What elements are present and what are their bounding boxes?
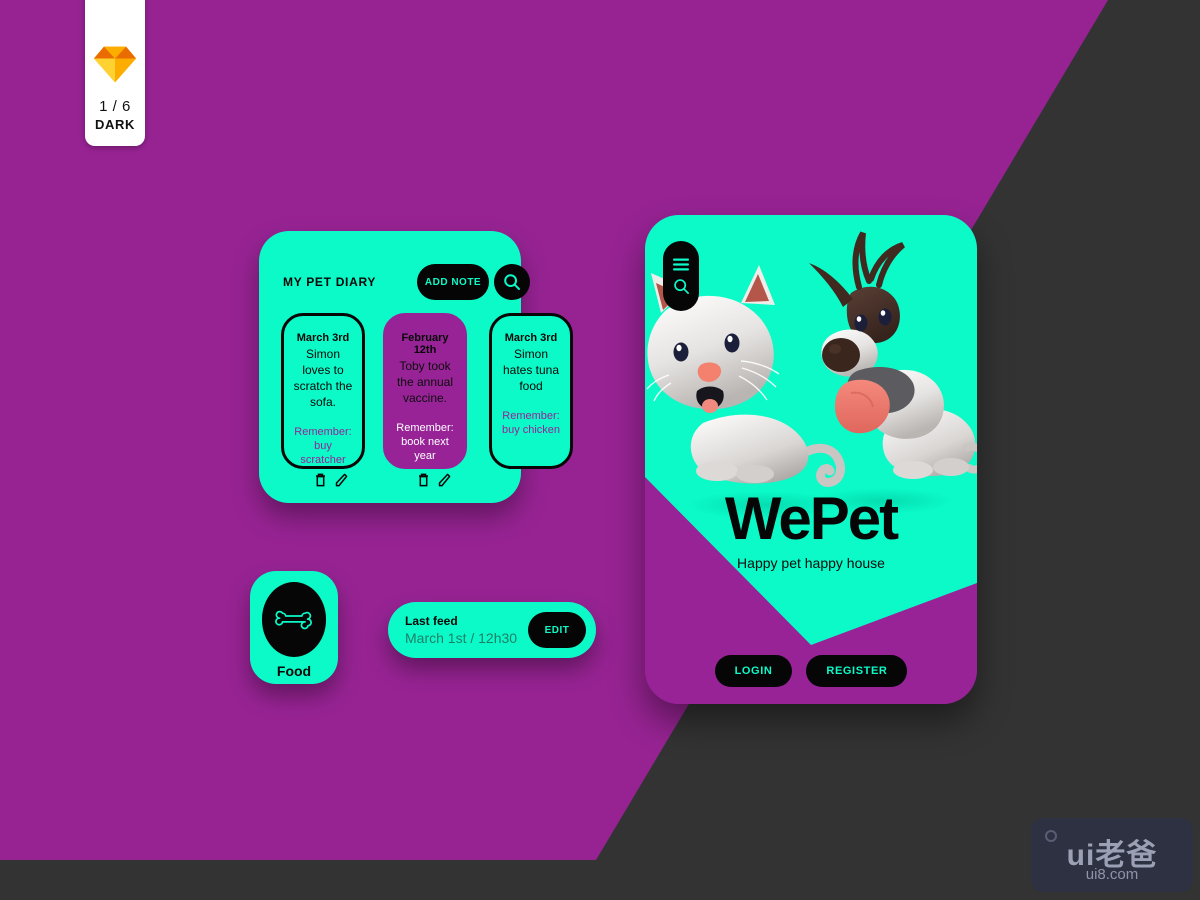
brand-name: WePet bbox=[724, 485, 899, 552]
food-quick-action-button[interactable]: Food bbox=[250, 571, 338, 684]
note-date: March 3rd bbox=[296, 332, 350, 344]
ui8-watermark: ui老爸 ui8.com bbox=[1031, 818, 1193, 892]
pencil-icon[interactable] bbox=[335, 473, 348, 487]
diary-header: MY PET DIARY ADD NOTE bbox=[283, 264, 530, 306]
note-actions bbox=[315, 473, 348, 487]
edit-last-feed-button[interactable]: EDIT bbox=[528, 612, 586, 648]
hamburger-menu-icon[interactable] bbox=[672, 258, 690, 271]
wepet-phone-screen: WePet Happy pet happy house LOGIN REGIST… bbox=[645, 215, 977, 704]
note-date: February 12th bbox=[401, 332, 449, 356]
note-remember: Remember: buy chicken bbox=[501, 409, 561, 437]
sketch-artboard-badge: 1 / 6 DARK bbox=[85, 0, 145, 146]
food-icon-container bbox=[262, 582, 326, 657]
diary-note-card[interactable]: March 3rd Simon loves to scratch the sof… bbox=[281, 313, 365, 469]
background-canvas bbox=[0, 0, 1200, 900]
note-body: Toby took the annual vaccine. bbox=[396, 359, 454, 405]
food-label: Food bbox=[276, 663, 312, 679]
search-icon bbox=[504, 274, 520, 290]
pet-diary-card: MY PET DIARY ADD NOTE March 3rd Simon lo… bbox=[259, 231, 530, 503]
search-icon[interactable] bbox=[673, 278, 690, 295]
brand-block: WePet Happy pet happy house bbox=[645, 485, 977, 572]
brand-tagline: Happy pet happy house bbox=[737, 555, 885, 571]
sketch-diamond-icon bbox=[93, 46, 137, 83]
auth-button-row: LOGIN REGISTER bbox=[645, 655, 977, 687]
diary-title: MY PET DIARY bbox=[283, 275, 377, 289]
add-note-button[interactable]: ADD NOTE bbox=[417, 264, 489, 300]
sketch-mode-label: DARK bbox=[95, 117, 135, 132]
last-feed-card: Last feed March 1st / 12h30 EDIT bbox=[388, 602, 596, 658]
diary-search-button[interactable] bbox=[494, 264, 530, 300]
note-actions bbox=[418, 473, 451, 487]
watermark-domain: ui8.com bbox=[1085, 866, 1139, 883]
bone-icon bbox=[275, 610, 312, 629]
diary-note-card[interactable]: March 3rd Simon hates tuna food Remember… bbox=[489, 313, 573, 469]
note-date: March 3rd bbox=[504, 332, 558, 344]
diary-note-card[interactable]: February 12th Toby took the annual vacci… bbox=[383, 313, 467, 469]
trash-icon[interactable] bbox=[418, 473, 429, 487]
sketch-page-number: 1 / 6 bbox=[99, 98, 131, 116]
last-feed-title: Last feed bbox=[405, 614, 458, 628]
login-button[interactable]: LOGIN bbox=[714, 655, 793, 687]
note-body: Simon hates tuna food bbox=[502, 347, 560, 393]
note-remember: Remember: book next year bbox=[396, 421, 454, 463]
pencil-icon[interactable] bbox=[438, 473, 451, 487]
trash-icon[interactable] bbox=[315, 473, 326, 487]
register-button[interactable]: REGISTER bbox=[806, 655, 908, 687]
note-remember: Remember: buy scratcher bbox=[294, 425, 352, 467]
last-feed-value: March 1st / 12h30 bbox=[405, 630, 518, 646]
note-body: Simon loves to scratch the sofa. bbox=[293, 347, 353, 409]
phone-menu-pill[interactable] bbox=[663, 241, 699, 311]
